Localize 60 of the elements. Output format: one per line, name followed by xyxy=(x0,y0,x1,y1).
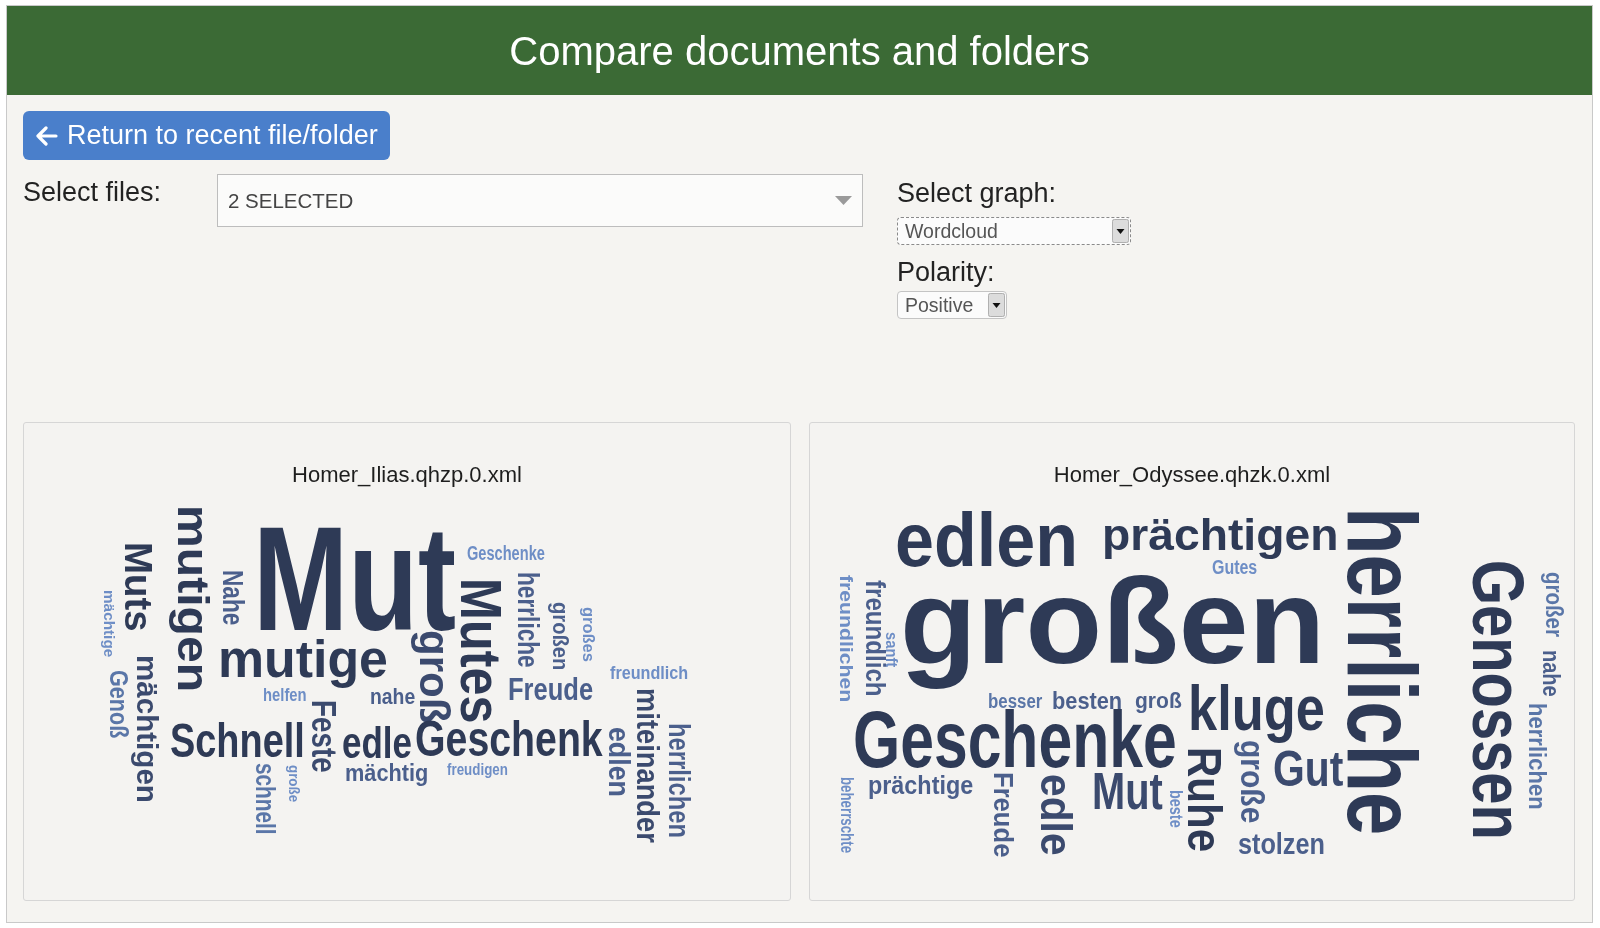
cloud-word: prächtige xyxy=(868,776,974,802)
cloud-word: Schnell xyxy=(170,723,305,760)
cloud-word: freudigen xyxy=(447,763,508,779)
cloud-word: besser xyxy=(988,693,1043,709)
cloud-word: beste xyxy=(1168,790,1182,828)
cloud-word: große xyxy=(1233,740,1265,824)
cloud-word: herrliche xyxy=(1343,507,1418,836)
cloud-word: großes xyxy=(579,607,595,662)
cloud-word: mächtig xyxy=(345,765,429,788)
dropdown-arrow-icon xyxy=(988,293,1005,317)
cloud-word: schnell xyxy=(254,763,275,835)
cloud-word: große xyxy=(284,765,298,803)
cloud-word: mutigen xyxy=(166,505,210,693)
cloud-word: Genossen xyxy=(1470,560,1525,840)
cloud-word: Ruhe xyxy=(1185,747,1222,852)
panel-title: Homer_Ilias.qhzp.0.xml xyxy=(292,462,522,488)
cloud-word: nahe xyxy=(1541,650,1560,697)
polarity-label: Polarity: xyxy=(897,257,995,287)
cloud-word: mutige xyxy=(218,640,388,689)
panel-title: Homer_Odyssee.qhzk.0.xml xyxy=(1053,462,1331,488)
cloud-word: Geschenke xyxy=(467,545,545,561)
dropdown[interactable]: Positive xyxy=(897,291,1007,319)
dropdown[interactable]: Wordcloud xyxy=(897,217,1131,245)
cloud-word: großer xyxy=(1539,572,1562,637)
cloud-word: helfen xyxy=(263,689,307,703)
files-label: Select files: xyxy=(23,176,163,207)
cloud-word: Gut xyxy=(1273,750,1344,789)
cloud-word: Genoß xyxy=(108,670,128,739)
cloud-word: miteinander xyxy=(635,688,660,843)
cloud-word: mächtigen xyxy=(128,655,158,803)
cloud-word: freundlichen xyxy=(838,575,853,703)
cloud-word: Feste xyxy=(310,700,337,773)
cloud-word: beherrschte xyxy=(839,777,853,854)
graph-label: Select graph: xyxy=(897,178,1057,208)
cloud-word: Mut xyxy=(1092,772,1163,812)
cloud-word: edlen xyxy=(895,512,1078,570)
cloud-word: Muts xyxy=(123,542,153,632)
cloud-word: Freude xyxy=(992,772,1013,858)
cloud-word: herrlichen xyxy=(667,723,690,838)
cloud-word: edlen xyxy=(607,727,630,797)
cloud-word: prächtigen xyxy=(1102,518,1339,561)
cloud-word: Gutes xyxy=(1212,559,1258,575)
cloud-word: freundlich xyxy=(610,667,689,681)
cloud-word: mächtige xyxy=(99,590,113,658)
cloud-word: großen xyxy=(546,602,568,671)
files-dropdown[interactable]: 2 SELECTED xyxy=(217,174,863,227)
back-button[interactable]: Return to recent file/folder xyxy=(23,111,390,160)
cloud-word: edle xyxy=(342,726,412,760)
caret-down-icon xyxy=(835,196,852,205)
cloud-word: sanft xyxy=(885,632,898,668)
cloud-word: stolzen xyxy=(1238,833,1325,856)
cloud-word: herrlichen xyxy=(1527,703,1545,810)
cloud-word: herrliche xyxy=(516,572,538,668)
cloud-word: Nahe xyxy=(221,570,243,626)
cloud-word: edle xyxy=(1038,774,1073,856)
cloud-word: freundlich xyxy=(864,580,885,697)
page-title: Compare documents and folders xyxy=(509,27,1090,75)
cloud-word: Freude xyxy=(508,677,594,702)
dropdown-arrow-icon xyxy=(1112,219,1129,243)
arrow-left-icon xyxy=(36,125,58,146)
